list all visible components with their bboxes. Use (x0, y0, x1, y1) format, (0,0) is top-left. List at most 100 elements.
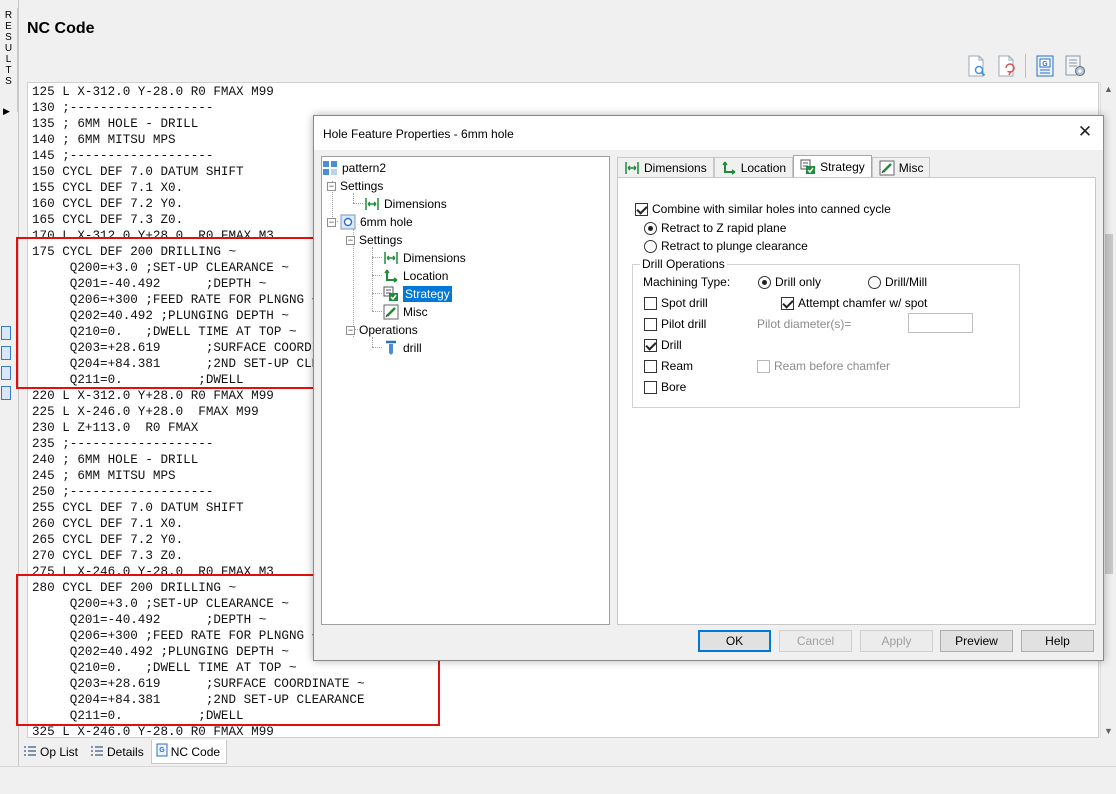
code-line[interactable]: Q211=0. ;DWELL (32, 708, 365, 724)
tab-location[interactable]: Location (713, 157, 794, 178)
checkbox-box[interactable] (644, 359, 657, 373)
apply-button[interactable]: Apply (860, 630, 933, 652)
retract-plunge-radio[interactable]: Retract to plunge clearance (644, 239, 808, 253)
results-letter: S (5, 32, 12, 43)
radio-circle[interactable] (644, 221, 657, 235)
tab-label: Details (107, 745, 144, 759)
radio-circle[interactable] (758, 275, 771, 289)
tree-node-dimensions[interactable]: Dimensions (364, 195, 447, 213)
results-letter: S (5, 76, 12, 87)
nc-code-icon: G (156, 743, 168, 760)
chamfer-spot-checkbox[interactable]: Attempt chamfer w/ spot (781, 296, 927, 310)
checkbox-label: Pilot drill (661, 317, 707, 331)
radio-circle[interactable] (868, 275, 881, 289)
preview-button[interactable]: Preview (940, 630, 1013, 652)
code-line[interactable]: Q210=0. ;DWELL TIME AT TOP ~ (32, 660, 365, 676)
bottom-tab-nc-code[interactable]: G NC Code (150, 740, 228, 764)
tool-icon[interactable] (1, 326, 11, 340)
checkbox-box[interactable] (644, 338, 657, 352)
results-letter: E (5, 21, 12, 32)
pilot-diameter-input[interactable] (908, 313, 973, 333)
svg-text:G: G (159, 747, 165, 754)
radio-circle[interactable] (644, 239, 657, 253)
bottom-tab-strip: Op List Details G NC Code (18, 740, 228, 764)
radio-label: Retract to Z rapid plane (661, 221, 787, 235)
compare-document-icon[interactable] (993, 53, 1019, 79)
tree-label: Dimensions (403, 251, 466, 265)
dialog-titlebar: Hole Feature Properties - 6mm hole ✕ (314, 116, 1103, 150)
scrollbar-thumb[interactable] (1105, 234, 1113, 574)
ream-before-chamfer-checkbox[interactable]: Ream before chamfer (757, 359, 890, 373)
tab-misc[interactable]: Misc (871, 157, 931, 178)
bottom-tab-details[interactable]: Details (85, 740, 151, 764)
tab-dimensions[interactable]: Dimensions (617, 157, 714, 178)
code-line[interactable]: 130 ;------------------- (32, 100, 365, 116)
checkbox-box[interactable] (644, 317, 657, 331)
expand-arrow-icon[interactable]: ▶ (3, 106, 10, 117)
results-side-tab[interactable]: RESULTS ▶ (0, 8, 18, 116)
checkbox-label: Combine with similar holes into canned c… (652, 202, 891, 216)
tree-label: Operations (359, 323, 418, 337)
property-tabs: Dimensions Location Strategy Misc (617, 155, 931, 178)
hole-feature-icon (340, 214, 356, 230)
retract-rapid-radio[interactable]: Retract to Z rapid plane (644, 221, 786, 235)
pilot-diameter-label: Pilot diameter(s)= (757, 317, 851, 331)
code-line[interactable]: 125 L X-312.0 Y-28.0 R0 FMAX M99 (32, 84, 365, 100)
combine-canned-cycle-checkbox[interactable]: Combine with similar holes into canned c… (635, 202, 891, 216)
pattern-grid-icon (323, 161, 337, 175)
tab-strategy[interactable]: Strategy (793, 155, 872, 178)
drill-only-radio[interactable]: Drill only (758, 275, 821, 289)
list-icon (23, 745, 37, 760)
tree-node-hole-settings[interactable]: − Settings (346, 231, 402, 249)
code-line[interactable]: Q204=+84.381 ;2ND SET-UP CLEARANCE (32, 692, 365, 708)
toolbar-separator (1025, 54, 1026, 78)
checkbox-box[interactable] (757, 359, 770, 373)
collapse-icon[interactable]: − (346, 325, 355, 335)
ok-button[interactable]: OK (698, 630, 771, 652)
tree-node-operations[interactable]: − Operations (346, 321, 418, 339)
close-icon[interactable]: ✕ (1075, 122, 1095, 142)
cancel-button[interactable]: Cancel (779, 630, 852, 652)
checkbox-box[interactable] (781, 296, 794, 310)
details-icon (90, 745, 104, 760)
checkbox-box[interactable] (635, 202, 648, 216)
tree-node-pattern[interactable]: pattern2 (322, 159, 386, 177)
tree-node-location[interactable]: Location (383, 267, 448, 285)
tree-node-6mm-hole[interactable]: − 6mm hole (327, 213, 413, 231)
checkbox-box[interactable] (644, 296, 657, 310)
find-document-icon[interactable] (963, 53, 989, 79)
pilot-drill-checkbox[interactable]: Pilot drill (644, 317, 706, 331)
tree-node-settings[interactable]: − Settings (327, 177, 383, 195)
checkbox-box[interactable] (644, 380, 657, 394)
ream-checkbox[interactable]: Ream (644, 359, 693, 373)
code-line[interactable]: Q203=+28.619 ;SURFACE COORDINATE ~ (32, 676, 365, 692)
label-text: Pilot diameter(s)= (757, 317, 852, 331)
results-letter: L (5, 54, 12, 65)
scroll-up-icon[interactable]: ▲ (1104, 84, 1113, 94)
tree-label: Dimensions (384, 197, 447, 211)
help-button[interactable]: Help (1021, 630, 1094, 652)
tool-icon[interactable] (1, 386, 11, 400)
collapse-icon[interactable]: − (327, 181, 336, 191)
dimensions-icon (384, 252, 398, 264)
code-line[interactable]: 325 L X-246.0 Y-28.0 R0 FMAX M99 (32, 724, 365, 737)
spot-drill-checkbox[interactable]: Spot drill (644, 296, 708, 310)
scroll-down-icon[interactable]: ▼ (1104, 726, 1113, 736)
g-code-document-icon[interactable]: G (1032, 53, 1058, 79)
tool-icon[interactable] (1, 346, 11, 360)
settings-document-icon[interactable] (1062, 53, 1088, 79)
collapse-icon[interactable]: − (346, 235, 355, 245)
drill-mill-radio[interactable]: Drill/Mill (868, 275, 927, 289)
tree-node-hole-dimensions[interactable]: Dimensions (383, 249, 466, 267)
tree-node-misc[interactable]: Misc (383, 303, 428, 321)
status-bar (0, 766, 1116, 794)
collapse-icon[interactable]: − (327, 217, 336, 227)
bore-checkbox[interactable]: Bore (644, 380, 686, 394)
tree-node-drill[interactable]: drill (383, 339, 422, 357)
tool-icon[interactable] (1, 366, 11, 380)
tree-label: Location (403, 269, 449, 283)
group-label: Drill Operations (640, 257, 727, 271)
tree-node-strategy[interactable]: Strategy (383, 285, 452, 303)
bottom-tab-op-list[interactable]: Op List (18, 740, 85, 764)
drill-checkbox[interactable]: Drill (644, 338, 682, 352)
